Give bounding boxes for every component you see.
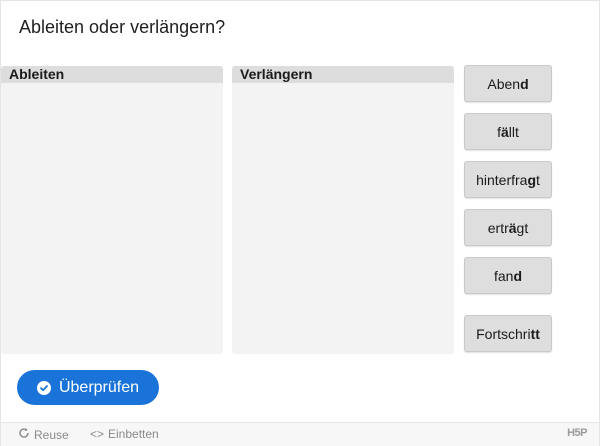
word-prefix: Fortschri bbox=[476, 325, 531, 342]
code-icon: <> bbox=[90, 427, 105, 441]
draggable-word-faellt[interactable]: f ä llt bbox=[464, 113, 552, 150]
reuse-icon bbox=[18, 427, 30, 442]
word-highlight: ä bbox=[500, 123, 509, 140]
word-prefix: hinterfra bbox=[476, 171, 528, 188]
embed-link[interactable]: <> Einbetten bbox=[90, 427, 159, 441]
embed-label: Einbetten bbox=[108, 427, 159, 441]
word-highlight: g bbox=[527, 171, 537, 188]
dropzone-ableiten[interactable]: Ableiten bbox=[1, 66, 223, 354]
word-suffix: gt bbox=[516, 219, 529, 236]
dropzone-label-verlaengern: Verlängern bbox=[232, 66, 454, 83]
word-suffix: t bbox=[536, 171, 540, 188]
draggable-word-fortschritt[interactable]: Fortschri tt bbox=[464, 315, 552, 352]
word-highlight: tt bbox=[530, 325, 540, 342]
reuse-link[interactable]: Reuse bbox=[18, 427, 69, 442]
draggable-word-hinterfragt[interactable]: hinterfra g t bbox=[464, 161, 552, 198]
word-prefix: fan bbox=[493, 267, 514, 284]
check-button-label: Überprüfen bbox=[58, 378, 140, 396]
draggable-word-ertraegt[interactable]: ertr ä gt bbox=[464, 209, 552, 246]
check-button[interactable]: Überprüfen bbox=[17, 370, 159, 405]
word-highlight: ä bbox=[508, 219, 517, 236]
word-highlight: d bbox=[520, 75, 529, 92]
reuse-label: Reuse bbox=[34, 427, 69, 442]
draggable-word-abend[interactable]: Aben d bbox=[464, 65, 552, 102]
footer-bar: Reuse <> Einbetten H5P bbox=[1, 422, 599, 446]
h5p-logo[interactable]: H5P bbox=[567, 427, 587, 439]
draggable-word-fand[interactable]: fan d bbox=[464, 257, 552, 294]
word-prefix: Aben bbox=[487, 75, 521, 92]
question-text: Ableiten oder verlängern? bbox=[19, 17, 226, 37]
word-prefix: ertr bbox=[487, 219, 509, 236]
word-highlight: d bbox=[513, 267, 523, 284]
dropzone-label-ableiten: Ableiten bbox=[1, 66, 223, 83]
word-suffix: llt bbox=[508, 123, 519, 140]
dropzone-verlaengern[interactable]: Verlängern bbox=[232, 66, 454, 354]
check-circle-icon bbox=[36, 380, 51, 395]
